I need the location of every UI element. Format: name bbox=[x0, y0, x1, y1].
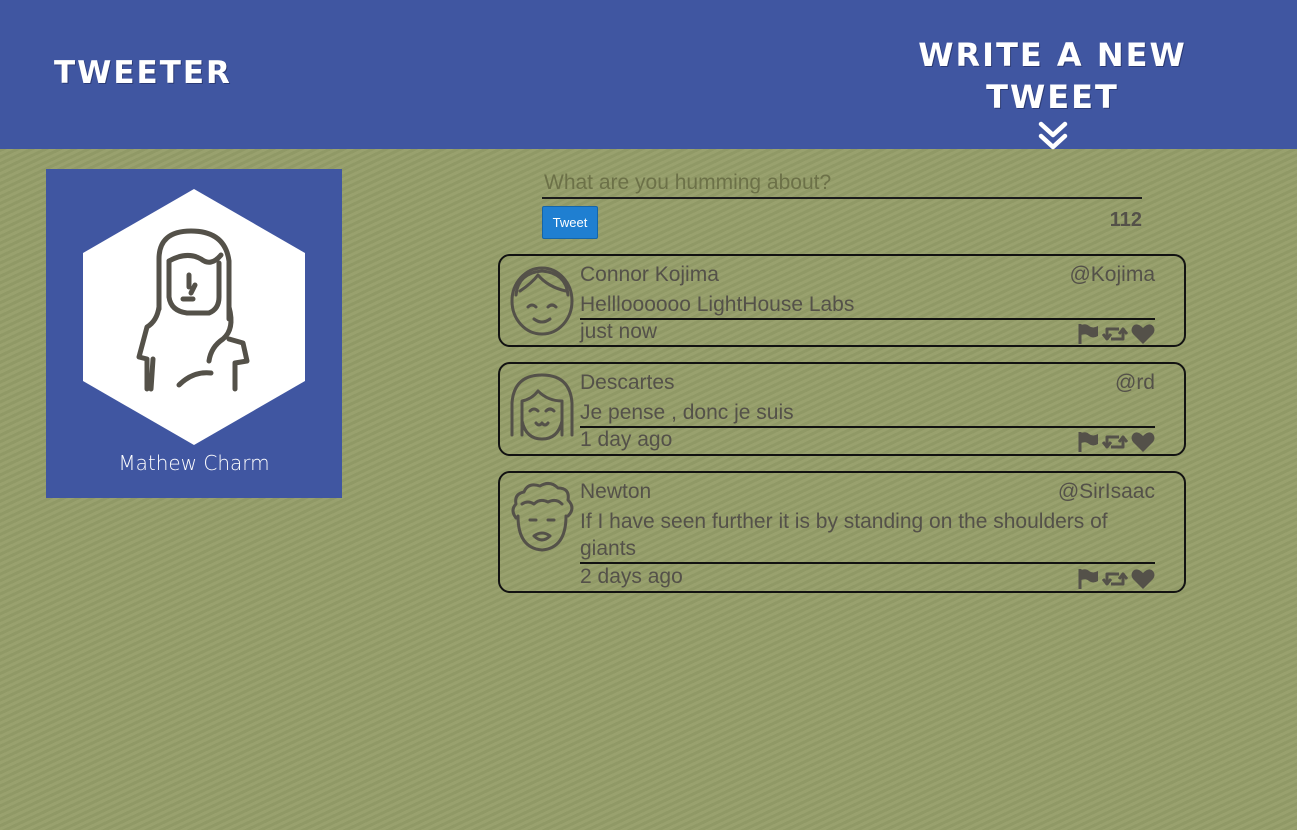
tweet-actions bbox=[1077, 568, 1155, 590]
tweet-card: Connor Kojima @Kojima Hellloooooo LightH… bbox=[498, 254, 1186, 347]
top-navbar: Tweeter Write a new tweet bbox=[0, 0, 1297, 152]
tweet-card: Newton @SirIsaac If I have seen further … bbox=[498, 471, 1186, 593]
retweet-icon[interactable] bbox=[1102, 431, 1128, 453]
tweet-footer: 2 days ago bbox=[580, 565, 1155, 593]
tweet-author-name: Descartes bbox=[580, 371, 675, 394]
tweet-author-handle[interactable]: @SirIsaac bbox=[1058, 480, 1155, 504]
tweet-actions bbox=[1077, 323, 1155, 345]
tweet-text: Je pense , donc je suis bbox=[580, 399, 1155, 428]
tweet-timestamp: just now bbox=[580, 320, 658, 343]
tweet-author-handle[interactable]: @Kojima bbox=[1069, 263, 1155, 287]
retweet-icon[interactable] bbox=[1102, 323, 1128, 345]
tweet-header: Connor Kojima @Kojima bbox=[580, 263, 1155, 289]
heart-icon[interactable] bbox=[1131, 431, 1155, 453]
tweet-header: Newton @SirIsaac bbox=[580, 480, 1155, 506]
character-counter: 112 bbox=[1109, 209, 1142, 231]
tweet-author-handle[interactable]: @rd bbox=[1115, 371, 1155, 395]
tweet-footer: 1 day ago bbox=[580, 428, 1155, 456]
smiling-boy-avatar-icon bbox=[510, 266, 574, 336]
flag-icon[interactable] bbox=[1077, 568, 1099, 590]
double-chevron-down-icon[interactable] bbox=[1038, 120, 1068, 152]
tweet-footer: just now bbox=[580, 320, 1155, 348]
curly-hair-avatar-icon bbox=[511, 481, 574, 552]
profile-avatar-hexagon bbox=[83, 189, 305, 445]
tweet-author-name: Newton bbox=[580, 480, 652, 503]
tweet-timestamp: 1 day ago bbox=[580, 428, 673, 451]
flag-icon[interactable] bbox=[1077, 323, 1099, 345]
user-profile-card: Mathew Charm bbox=[46, 169, 342, 498]
retweet-icon[interactable] bbox=[1102, 568, 1128, 590]
profile-username: Mathew Charm bbox=[118, 451, 270, 475]
tweet-header: Descartes @rd bbox=[580, 371, 1155, 397]
tweet-text-input[interactable] bbox=[542, 168, 1142, 199]
tweet-submit-button[interactable]: Tweet bbox=[542, 206, 598, 239]
tweet-card: Descartes @rd Je pense , donc je suis 1 … bbox=[498, 362, 1186, 456]
tweet-text: Hellloooooo LightHouse Labs bbox=[580, 291, 1155, 320]
write-new-tweet-toggle[interactable]: Write a new tweet bbox=[860, 34, 1245, 152]
tweet-actions bbox=[1077, 431, 1155, 453]
bob-haircut-avatar-icon bbox=[510, 373, 574, 441]
heart-icon[interactable] bbox=[1131, 323, 1155, 345]
write-new-tweet-label[interactable]: Write a new tweet bbox=[860, 34, 1245, 118]
tweet-author-name: Connor Kojima bbox=[580, 263, 719, 286]
flag-icon[interactable] bbox=[1077, 431, 1099, 453]
tweet-timestamp: 2 days ago bbox=[580, 565, 683, 588]
app-logo-text[interactable]: Tweeter bbox=[54, 53, 232, 93]
tweet-text: If I have seen further it is by standing… bbox=[580, 508, 1155, 564]
heart-icon[interactable] bbox=[1131, 568, 1155, 590]
